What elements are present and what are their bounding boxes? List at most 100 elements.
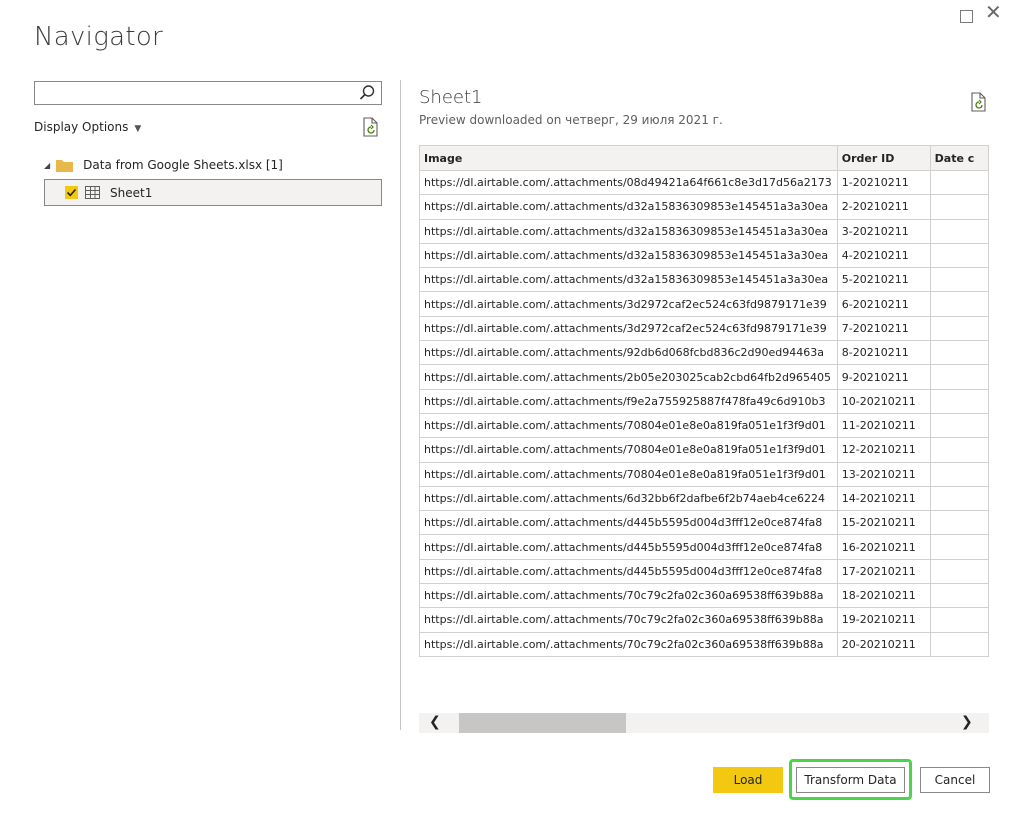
- table-cell[interactable]: https://dl.airtable.com/.attachments/6d3…: [419, 485, 838, 512]
- table-cell[interactable]: https://dl.airtable.com/.attachments/d32…: [419, 194, 838, 220]
- table-row: https://dl.airtable.com/.attachments/70c…: [419, 583, 989, 609]
- table-cell[interactable]: [929, 534, 989, 560]
- table-cell[interactable]: https://dl.airtable.com/.attachments/3d2…: [419, 315, 838, 342]
- preview-subtitle: Preview downloaded on четверг, 29 июля 2…: [419, 113, 723, 127]
- table-cell[interactable]: https://dl.airtable.com/.attachments/d44…: [419, 534, 838, 560]
- table-cell[interactable]: 13-20210211: [836, 461, 931, 487]
- table-cell[interactable]: https://dl.airtable.com/.attachments/08d…: [419, 169, 838, 196]
- table-row: https://dl.airtable.com/.attachments/d32…: [419, 194, 989, 220]
- table-cell[interactable]: [929, 267, 989, 293]
- table-cell[interactable]: https://dl.airtable.com/.attachments/70c…: [419, 631, 838, 657]
- column-header[interactable]: Date c: [929, 145, 989, 171]
- table-cell[interactable]: 12-20210211: [836, 437, 931, 463]
- chevron-down-icon: ▼: [134, 124, 142, 134]
- table-cell[interactable]: https://dl.airtable.com/.attachments/708…: [419, 412, 838, 439]
- table-cell[interactable]: 8-20210211: [836, 340, 931, 366]
- table-cell[interactable]: [929, 461, 989, 487]
- table-cell[interactable]: [929, 291, 989, 317]
- column-header[interactable]: Image: [419, 145, 838, 171]
- table-cell[interactable]: [929, 437, 989, 463]
- checkbox-icon[interactable]: [65, 186, 78, 199]
- table-cell[interactable]: 9-20210211: [836, 364, 931, 390]
- table-cell[interactable]: [929, 169, 989, 196]
- table-cell[interactable]: [929, 194, 989, 220]
- column-header[interactable]: Order ID: [836, 145, 931, 171]
- table-cell[interactable]: https://dl.airtable.com/.attachments/f9e…: [419, 388, 838, 414]
- scroll-right-icon[interactable]: ❯: [961, 714, 973, 730]
- table-cell[interactable]: [929, 583, 989, 609]
- tree-sheet-item[interactable]: Sheet1: [44, 179, 382, 206]
- table-cell[interactable]: 11-20210211: [836, 412, 931, 439]
- header-row: Image Order ID Date c: [419, 145, 989, 171]
- folder-label: Data from Google Sheets.xlsx [1]: [83, 158, 283, 172]
- horizontal-scrollbar[interactable]: ❮ ❯: [419, 713, 989, 733]
- maximize-icon[interactable]: [960, 10, 973, 23]
- table-cell[interactable]: https://dl.airtable.com/.attachments/d32…: [419, 218, 838, 244]
- table-cell[interactable]: https://dl.airtable.com/.attachments/708…: [419, 437, 838, 463]
- table-cell[interactable]: [929, 364, 989, 390]
- table-cell[interactable]: 6-20210211: [836, 291, 931, 317]
- search-input[interactable]: [34, 81, 382, 105]
- table-cell[interactable]: [929, 631, 989, 657]
- sheet-label: Sheet1: [110, 185, 153, 200]
- display-options-dropdown[interactable]: Display Options ▼: [34, 120, 141, 134]
- table-cell[interactable]: https://dl.airtable.com/.attachments/d32…: [419, 267, 838, 293]
- table-cell[interactable]: [929, 485, 989, 512]
- table-cell[interactable]: https://dl.airtable.com/.attachments/d32…: [419, 242, 838, 269]
- tree-folder-item[interactable]: ◢ Data from Google Sheets.xlsx [1]: [44, 155, 283, 175]
- table-cell[interactable]: https://dl.airtable.com/.attachments/2b0…: [419, 364, 838, 390]
- table-cell[interactable]: https://dl.airtable.com/.attachments/92d…: [419, 340, 838, 366]
- refresh-icon[interactable]: [362, 117, 380, 137]
- search-icon[interactable]: [357, 83, 377, 103]
- table-cell[interactable]: 19-20210211: [836, 607, 931, 633]
- cancel-button[interactable]: Cancel: [920, 767, 990, 793]
- table-cell[interactable]: 7-20210211: [836, 315, 931, 342]
- table-cell[interactable]: [929, 558, 989, 585]
- table-row: https://dl.airtable.com/.attachments/d44…: [419, 534, 989, 560]
- preview-grid[interactable]: Image Order ID Date c https://dl.airtabl…: [419, 145, 989, 659]
- table-cell[interactable]: 2-20210211: [836, 194, 931, 220]
- table-row: https://dl.airtable.com/.attachments/708…: [419, 461, 989, 487]
- expand-triangle-icon[interactable]: ◢: [44, 161, 50, 170]
- table-cell[interactable]: https://dl.airtable.com/.attachments/708…: [419, 461, 838, 487]
- table-cell[interactable]: [929, 412, 989, 439]
- table-cell[interactable]: 3-20210211: [836, 218, 931, 244]
- table-cell[interactable]: 15-20210211: [836, 510, 931, 536]
- table-row: https://dl.airtable.com/.attachments/2b0…: [419, 364, 989, 390]
- table-cell[interactable]: 1-20210211: [836, 169, 931, 196]
- refresh-icon[interactable]: [970, 92, 988, 112]
- table-cell[interactable]: [929, 242, 989, 269]
- table-row: https://dl.airtable.com/.attachments/3d2…: [419, 315, 989, 342]
- table-cell[interactable]: 10-20210211: [836, 388, 931, 414]
- table-cell[interactable]: 20-20210211: [836, 631, 931, 657]
- table-row: https://dl.airtable.com/.attachments/70c…: [419, 607, 989, 633]
- display-options-label: Display Options: [34, 120, 129, 134]
- load-button[interactable]: Load: [713, 767, 783, 793]
- transform-data-button[interactable]: Transform Data: [796, 767, 905, 793]
- table-cell[interactable]: [929, 388, 989, 414]
- preview-table: Image Order ID Date c https://dl.airtabl…: [419, 145, 989, 657]
- table-cell[interactable]: 4-20210211: [836, 242, 931, 269]
- table-row: https://dl.airtable.com/.attachments/d44…: [419, 558, 989, 585]
- table-cell[interactable]: 5-20210211: [836, 267, 931, 293]
- table-cell[interactable]: 17-20210211: [836, 558, 931, 585]
- preview-title: Sheet1: [419, 87, 483, 108]
- table-cell[interactable]: https://dl.airtable.com/.attachments/d44…: [419, 558, 838, 585]
- table-cell[interactable]: 18-20210211: [836, 583, 931, 609]
- table-cell[interactable]: https://dl.airtable.com/.attachments/3d2…: [419, 291, 838, 317]
- scroll-left-icon[interactable]: ❮: [429, 714, 441, 730]
- table-cell[interactable]: https://dl.airtable.com/.attachments/d44…: [419, 510, 838, 536]
- table-cell[interactable]: 16-20210211: [836, 534, 931, 560]
- table-cell[interactable]: [929, 218, 989, 244]
- table-cell[interactable]: 14-20210211: [836, 485, 931, 512]
- table-cell[interactable]: [929, 340, 989, 366]
- table-cell[interactable]: [929, 315, 989, 342]
- table-cell[interactable]: [929, 607, 989, 633]
- table-cell[interactable]: https://dl.airtable.com/.attachments/70c…: [419, 607, 838, 633]
- pane-divider[interactable]: [400, 80, 401, 730]
- table-icon: [85, 186, 100, 199]
- table-cell[interactable]: https://dl.airtable.com/.attachments/70c…: [419, 583, 838, 609]
- scrollbar-thumb[interactable]: [459, 713, 626, 733]
- close-icon[interactable]: ✕: [985, 2, 1002, 22]
- table-cell[interactable]: [929, 510, 989, 536]
